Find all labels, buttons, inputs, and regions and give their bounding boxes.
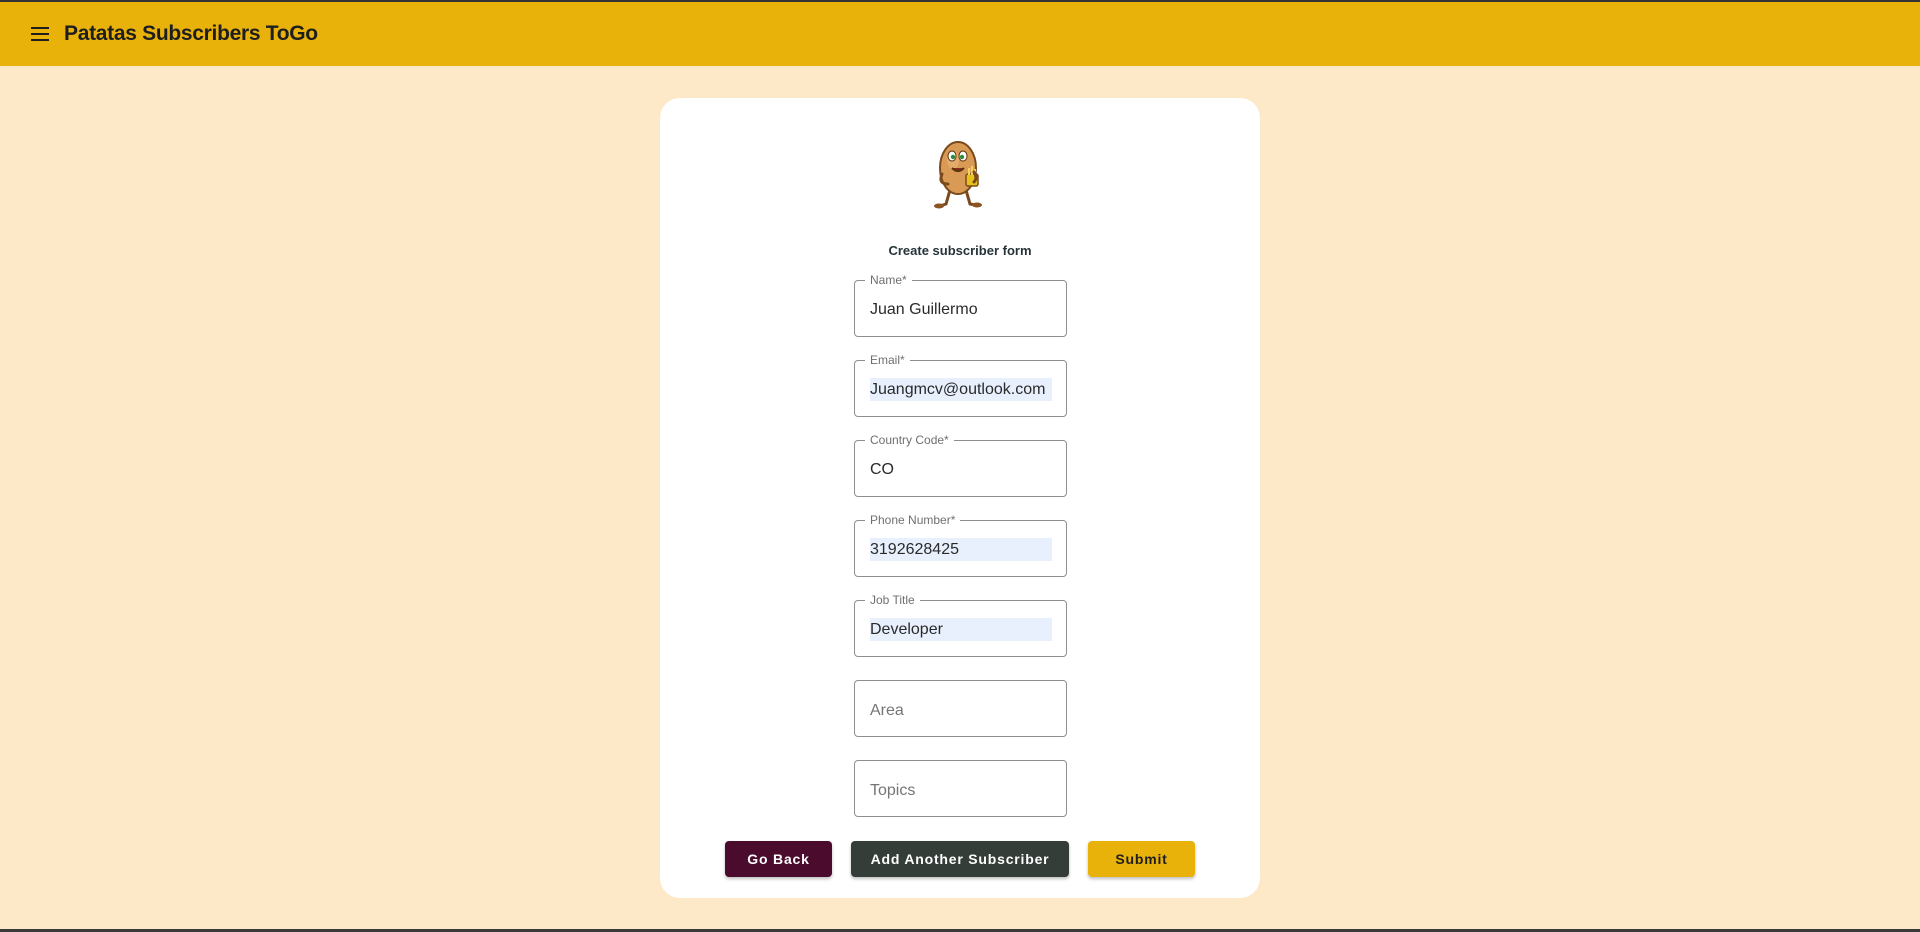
name-input[interactable]: Juan Guillermo — [870, 298, 1052, 321]
job-title-field-label: Job Title — [865, 593, 920, 607]
form-title: Create subscriber form — [888, 243, 1032, 258]
submit-button[interactable]: Submit — [1088, 841, 1195, 877]
add-another-subscriber-button[interactable]: Add Another Subscriber — [851, 841, 1069, 877]
email-field-label: Email* — [865, 353, 910, 367]
email-input[interactable]: Juangmcv@outlook.com — [870, 378, 1052, 401]
top-app-bar: Patatas Subscribers ToGo — [0, 0, 1920, 66]
email-field[interactable]: Email* Juangmcv@outlook.com — [854, 353, 1067, 417]
menu-button[interactable] — [20, 14, 60, 54]
country-code-field-label: Country Code* — [865, 433, 954, 447]
name-field[interactable]: Name* Juan Guillermo — [854, 273, 1067, 337]
hamburger-menu-icon — [31, 27, 49, 41]
topics-placeholder: Topics — [870, 782, 916, 799]
name-field-label: Name* — [865, 273, 912, 287]
area-placeholder: Area — [870, 702, 904, 719]
go-back-button[interactable]: Go Back — [725, 841, 832, 877]
phone-number-field[interactable]: Phone Number* 3192628425 — [854, 513, 1067, 577]
job-title-input[interactable]: Developer — [870, 618, 1052, 641]
job-title-field[interactable]: Job Title Developer — [854, 593, 1067, 657]
subscriber-form-card: Create subscriber form Name* Juan Guille… — [660, 98, 1260, 898]
potato-mascot-logo — [934, 141, 982, 209]
area-field[interactable]: Area — [854, 680, 1067, 737]
topics-field[interactable]: Topics — [854, 760, 1067, 817]
phone-number-field-label: Phone Number* — [865, 513, 961, 527]
country-code-field[interactable]: Country Code* CO — [854, 433, 1067, 497]
country-code-input[interactable]: CO — [870, 458, 1052, 481]
phone-number-input[interactable]: 3192628425 — [870, 538, 1052, 561]
app-title: Patatas Subscribers ToGo — [64, 22, 318, 45]
